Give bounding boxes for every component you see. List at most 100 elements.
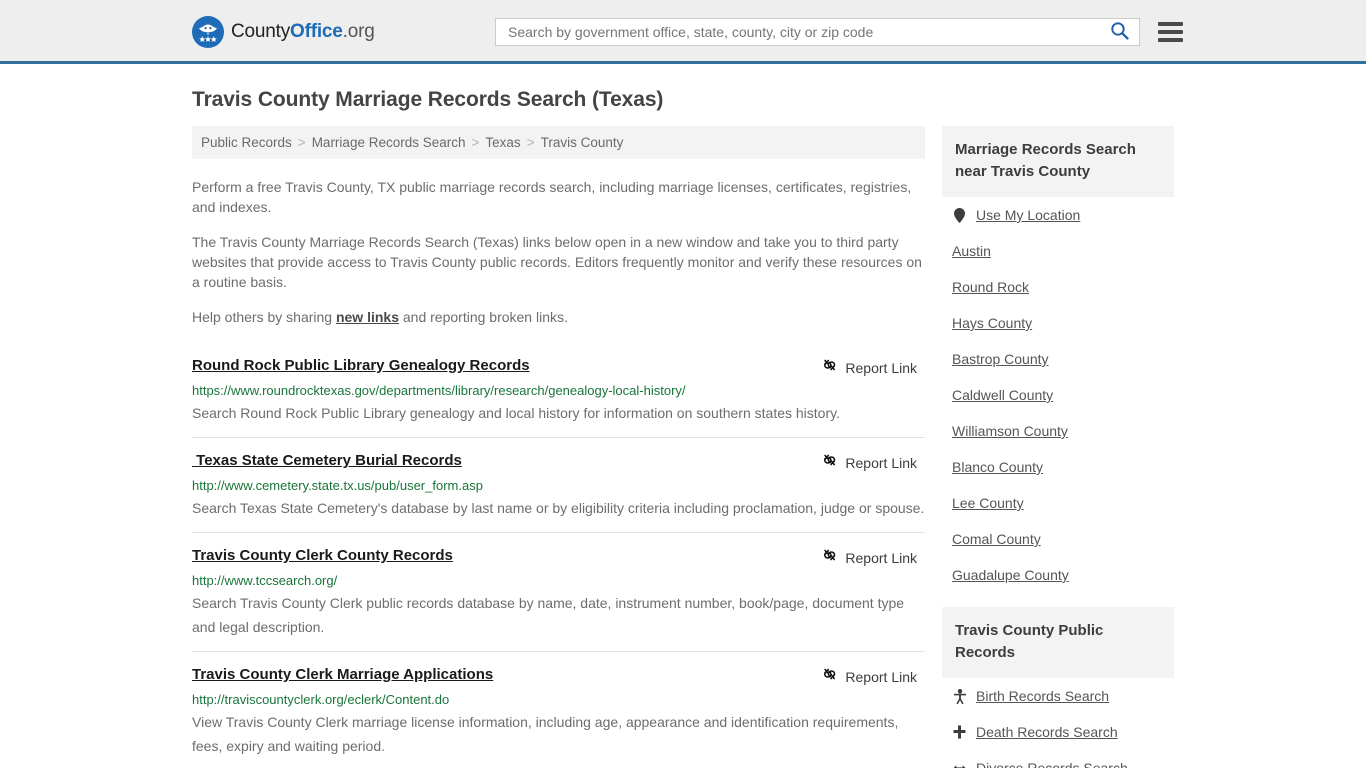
sidebar-link[interactable]: Bastrop County <box>952 351 1049 367</box>
page-container: Travis County Marriage Records Search (T… <box>0 88 1366 768</box>
logo-wordmark: CountyOffice.org <box>231 21 375 43</box>
sidebar-item-comal-county[interactable]: Comal County <box>952 521 1174 557</box>
results-list: Round Rock Public Library Genealogy Reco… <box>192 349 925 768</box>
report-link-button[interactable]: Report Link <box>822 666 917 686</box>
sidebar-item-lee-county[interactable]: Lee County <box>952 485 1174 521</box>
sidebar: Marriage Records Search near Travis Coun… <box>942 126 1174 768</box>
result-description: Search Round Rock Public Library genealo… <box>192 405 840 421</box>
sidebar-item-guadalupe-county[interactable]: Guadalupe County <box>952 557 1174 593</box>
report-link-label: Report Link <box>845 549 917 566</box>
breadcrumb-item-marriage-records-search[interactable]: Marriage Records Search <box>312 135 466 150</box>
page-title: Travis County Marriage Records Search (T… <box>192 88 664 111</box>
header-search-area <box>495 18 1183 46</box>
sidebar-link[interactable]: Guadalupe County <box>952 567 1069 583</box>
sidebar-link[interactable]: Hays County <box>952 315 1032 331</box>
breadcrumb-item-public-records[interactable]: Public Records <box>201 135 292 150</box>
content-row: Public Records > Marriage Records Search… <box>192 126 1174 768</box>
logo-text-office: Office <box>290 21 343 42</box>
sidebar-link[interactable]: Caldwell County <box>952 387 1053 403</box>
sidebar-nearby-heading: Marriage Records Search near Travis Coun… <box>942 126 1174 197</box>
breadcrumb-separator: > <box>297 135 306 150</box>
sidebar-link[interactable]: Lee County <box>952 495 1024 511</box>
site-header: CountyOffice.org <box>0 0 1366 64</box>
result-url[interactable]: https://www.roundrocktexas.gov/departmen… <box>192 383 925 398</box>
sidebar-link[interactable]: Blanco County <box>952 459 1043 475</box>
main-column: Public Records > Marriage Records Search… <box>192 126 925 768</box>
sidebar-panel-nearby: Marriage Records Search near Travis Coun… <box>942 126 1174 593</box>
sidebar-link[interactable]: Comal County <box>952 531 1041 547</box>
sidebar-link[interactable]: Williamson County <box>952 423 1068 439</box>
sidebar-item-round-rock[interactable]: Round Rock <box>952 269 1174 305</box>
report-link-label: Report Link <box>845 359 917 376</box>
logo-text-org: .org <box>342 21 375 42</box>
broken-link-icon <box>822 358 838 377</box>
birth-records-search-link[interactable]: Birth Records Search <box>976 688 1109 704</box>
result-item: Texas State Cemetery Burial Records Repo… <box>192 437 925 532</box>
sidebar-panel-public-records: Travis County Public Records Birth Recor… <box>942 607 1174 768</box>
report-link-label: Report Link <box>845 668 917 685</box>
death-records-search-link[interactable]: Death Records Search <box>976 724 1118 740</box>
report-link-button[interactable]: Report Link <box>822 547 917 567</box>
sidebar-item-blanco-county[interactable]: Blanco County <box>952 449 1174 485</box>
breadcrumb-separator: > <box>471 135 480 150</box>
breadcrumb: Public Records > Marriage Records Search… <box>192 126 925 159</box>
result-header: Travis County Clerk County Records Repor… <box>192 547 925 567</box>
cross-icon <box>952 725 967 739</box>
report-link-button[interactable]: Report Link <box>822 357 917 377</box>
sidebar-link[interactable]: Austin <box>952 243 991 259</box>
intro-paragraph-3-after: and reporting broken links. <box>399 309 568 325</box>
result-title-link[interactable]: Texas State Cemetery Burial Records <box>192 452 462 469</box>
sidebar-item-use-my-location[interactable]: Use My Location <box>952 197 1174 233</box>
breadcrumb-item-texas[interactable]: Texas <box>485 135 520 150</box>
broken-link-icon <box>822 667 838 686</box>
new-links-link[interactable]: new links <box>336 309 399 325</box>
result-item: Travis County Clerk Marriage Application… <box>192 651 925 768</box>
result-header: Texas State Cemetery Burial Records Repo… <box>192 452 925 472</box>
sidebar-item-caldwell-county[interactable]: Caldwell County <box>952 377 1174 413</box>
search-box[interactable] <box>495 18 1140 46</box>
eagle-seal-icon <box>192 16 224 48</box>
sidebar-item-divorce-records[interactable]: Divorce Records Search <box>952 750 1174 768</box>
sidebar-link[interactable]: Round Rock <box>952 279 1029 295</box>
breadcrumb-separator: > <box>526 135 535 150</box>
report-link-button[interactable]: Report Link <box>822 452 917 472</box>
two-way-arrow-icon <box>952 763 967 768</box>
sidebar-item-death-records[interactable]: Death Records Search <box>952 714 1174 750</box>
sidebar-public-records-list: Birth Records Search Death Records Searc… <box>942 678 1174 768</box>
sidebar-item-austin[interactable]: Austin <box>952 233 1174 269</box>
intro-paragraph-2: The Travis County Marriage Records Searc… <box>192 234 922 290</box>
result-title-link[interactable]: Round Rock Public Library Genealogy Reco… <box>192 357 530 374</box>
result-url[interactable]: http://www.cemetery.state.tx.us/pub/user… <box>192 478 925 493</box>
result-header: Round Rock Public Library Genealogy Reco… <box>192 357 925 377</box>
result-description: Search Travis County Clerk public record… <box>192 595 905 635</box>
logo-text-county: County <box>231 21 291 42</box>
sidebar-public-records-heading: Travis County Public Records <box>942 607 1174 678</box>
sidebar-item-williamson-county[interactable]: Williamson County <box>952 413 1174 449</box>
baby-icon <box>952 688 967 704</box>
divorce-records-search-link[interactable]: Divorce Records Search <box>976 760 1128 768</box>
search-icon <box>1110 21 1129 43</box>
intro-text: Perform a free Travis County, TX public … <box>192 177 925 327</box>
result-header: Travis County Clerk Marriage Application… <box>192 666 925 686</box>
sidebar-item-birth-records[interactable]: Birth Records Search <box>952 678 1174 714</box>
result-description: Search Texas State Cemetery's database b… <box>192 500 925 516</box>
map-pin-icon <box>952 207 967 223</box>
sidebar-item-bastrop-county[interactable]: Bastrop County <box>952 341 1174 377</box>
report-link-label: Report Link <box>845 454 917 471</box>
hamburger-menu-icon[interactable] <box>1158 22 1183 42</box>
search-input[interactable] <box>506 23 1108 41</box>
result-description: View Travis County Clerk marriage licens… <box>192 714 899 754</box>
result-title-link[interactable]: Travis County Clerk County Records <box>192 547 453 564</box>
search-button[interactable] <box>1108 21 1131 43</box>
intro-paragraph-1: Perform a free Travis County, TX public … <box>192 179 912 215</box>
result-url[interactable]: http://traviscountyclerk.org/eclerk/Cont… <box>192 692 925 707</box>
sidebar-item-hays-county[interactable]: Hays County <box>952 305 1174 341</box>
site-logo[interactable]: CountyOffice.org <box>192 16 375 48</box>
result-title-link[interactable]: Travis County Clerk Marriage Application… <box>192 666 493 683</box>
intro-paragraph-3: Help others by sharing new links and rep… <box>192 307 925 327</box>
result-url[interactable]: http://www.tccsearch.org/ <box>192 573 925 588</box>
use-my-location-link[interactable]: Use My Location <box>976 207 1080 223</box>
breadcrumb-item-travis-county[interactable]: Travis County <box>541 135 624 150</box>
broken-link-icon <box>822 548 838 567</box>
sidebar-nearby-list: Use My Location Austin Round Rock Hays C… <box>942 197 1174 593</box>
